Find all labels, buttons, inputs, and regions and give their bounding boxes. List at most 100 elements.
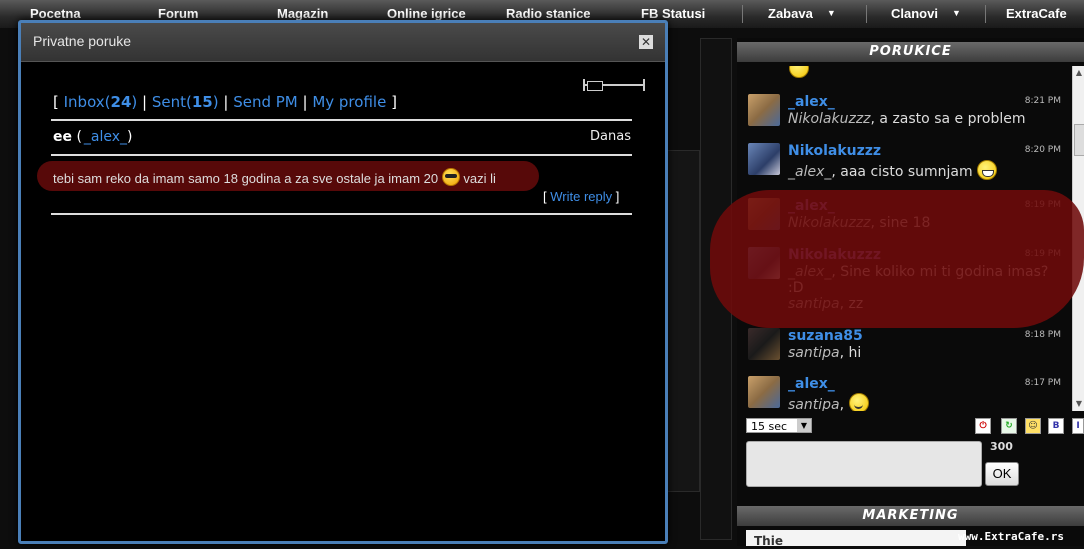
chat-recipient[interactable]: santipa <box>788 296 840 312</box>
chat-scrollbar[interactable]: ▲ ▼ <box>1072 66 1084 411</box>
cool-smiley-icon <box>441 168 460 186</box>
chat-time: 8:17 PM <box>1024 378 1061 388</box>
background-panel <box>700 38 732 540</box>
inbox-link[interactable]: Inbox(24) <box>64 93 138 111</box>
chat-username[interactable]: _alex_ <box>788 376 835 392</box>
message-header: ee (_alex_) Danas <box>53 129 631 145</box>
smiley-icon <box>789 66 809 78</box>
nav-pocetna[interactable]: Pocetna <box>30 6 81 21</box>
power-icon[interactable]: ⏻ <box>975 418 991 434</box>
chat-messages: _alex_ 8:21 PM Nikolakuzzz, a zasto sa e… <box>745 66 1075 411</box>
chat-recipient[interactable]: santipa <box>788 345 840 361</box>
chat-recipient[interactable]: _alex_ <box>788 264 831 280</box>
smile-smiley-icon <box>848 393 869 411</box>
nav-radio-stanice[interactable]: Radio stanice <box>506 6 591 21</box>
avatar[interactable] <box>748 198 780 230</box>
chat-text-body: , a zasto sa e problem <box>870 111 1026 127</box>
slider-handle[interactable] <box>587 81 603 91</box>
chat-time: 8:19 PM <box>1024 249 1061 259</box>
chevron-down-icon[interactable]: ▼ <box>797 419 811 432</box>
chat-username[interactable]: Nikolakuzzz <box>788 247 881 263</box>
chat-recipient[interactable]: Nikolakuzzz <box>788 215 871 231</box>
chat-time: 8:20 PM <box>1024 145 1061 155</box>
close-icon[interactable]: ✕ <box>639 35 653 49</box>
chat-text: santipa, hi <box>788 345 1058 361</box>
avatar[interactable] <box>748 94 780 126</box>
refresh-interval-value: 15 sec <box>751 420 788 433</box>
watermark: www.ExtraCafe.rs <box>958 530 1064 543</box>
chat-recipient[interactable]: _alex_ <box>788 164 831 180</box>
sender-link[interactable]: _alex_ <box>84 129 127 145</box>
nav-extracafe[interactable]: ExtraCafe <box>1006 6 1067 21</box>
message-sender[interactable]: (_alex_) <box>76 129 132 145</box>
refresh-icon[interactable]: ↻ <box>1001 418 1017 434</box>
nav-zabava[interactable]: Zabava ▼ <box>768 6 836 21</box>
refresh-interval-select[interactable]: 15 sec ▼ <box>746 418 812 433</box>
divider <box>51 119 632 121</box>
nav-divider <box>866 5 867 23</box>
chevron-down-icon: ▼ <box>826 8 836 18</box>
message-text: tebi sam reko da imam samo 18 godina a z… <box>53 171 439 186</box>
marketing-title: MARKETING <box>737 506 1084 526</box>
chat-username[interactable]: _alex_ <box>788 198 835 214</box>
chat-title: PORUKICE <box>737 42 1084 62</box>
dialog-title: Privatne poruke <box>33 33 132 49</box>
chat-text-body: , aaa cisto sumnjam <box>831 164 973 180</box>
avatar[interactable] <box>748 328 780 360</box>
nav-online-igrice[interactable]: Online igrice <box>387 6 466 21</box>
chat-recipient[interactable]: santipa <box>788 397 840 411</box>
private-messages-dialog: Privatne poruke ✕ [ Inbox(24) | Sent(15)… <box>18 20 668 544</box>
chat-text: santipa, <box>788 393 1058 411</box>
inbox-label: Inbox <box>63 93 105 111</box>
my-profile-link[interactable]: My profile <box>312 93 386 111</box>
nav-fb-statusi[interactable]: FB Statusi <box>641 6 705 21</box>
sent-link[interactable]: Sent(15) <box>152 93 219 111</box>
nav-clanovi-label: Clanovi <box>891 6 938 21</box>
scroll-down-icon[interactable]: ▼ <box>1074 399 1084 409</box>
chat-text: Nikolakuzzz, sine 18 <box>788 215 1058 231</box>
reply-area: [ Write reply ] <box>543 189 620 204</box>
send-button[interactable]: OK <box>985 462 1019 486</box>
chat-time: 8:19 PM <box>1024 200 1061 210</box>
nav-forum[interactable]: Forum <box>158 6 198 21</box>
scrollbar-thumb[interactable] <box>1074 124 1084 156</box>
emoticons-icon[interactable]: ☺ <box>1025 418 1041 434</box>
chevron-down-icon: ▼ <box>951 8 961 18</box>
size-slider[interactable] <box>583 79 645 91</box>
dialog-titlebar[interactable]: Privatne poruke ✕ <box>21 23 665 62</box>
chat-time: 8:18 PM <box>1024 330 1061 340</box>
divider <box>51 213 632 215</box>
divider <box>51 154 632 156</box>
message-text-end: vazi li <box>463 171 496 186</box>
nav-divider <box>742 5 743 23</box>
chat-username[interactable]: suzana85 <box>788 328 863 344</box>
chat-text-body: , hi <box>839 345 862 361</box>
chat-text-body: , zz <box>839 296 864 312</box>
avatar[interactable] <box>748 143 780 175</box>
italic-icon[interactable]: I <box>1072 418 1084 434</box>
chat-controls: 15 sec ▼ ⏻ ↻ ☺ B I <box>746 418 1084 438</box>
ad-banner[interactable]: Thie <box>746 530 966 548</box>
chat-text-body: , <box>839 397 845 411</box>
inbox-count: 24 <box>110 93 132 111</box>
chat-text-body: , sine 18 <box>870 215 931 231</box>
nav-divider <box>985 5 986 23</box>
chat-time: 8:21 PM <box>1024 96 1061 106</box>
avatar[interactable] <box>748 247 780 279</box>
write-reply-link[interactable]: Write reply <box>550 189 612 204</box>
pm-navigation: [ Inbox(24) | Sent(15) | Send PM | My pr… <box>53 93 397 111</box>
chat-message-input[interactable] <box>746 441 982 487</box>
chat-username[interactable]: Nikolakuzzz <box>788 143 881 159</box>
grin-smiley-icon <box>977 160 998 180</box>
message-subject: ee <box>53 129 72 145</box>
nav-clanovi[interactable]: Clanovi ▼ <box>891 6 961 21</box>
scroll-up-icon[interactable]: ▲ <box>1074 68 1084 78</box>
chat-username[interactable]: _alex_ <box>788 94 835 110</box>
chat-recipient[interactable]: Nikolakuzzz <box>788 111 871 127</box>
nav-magazin[interactable]: Magazin <box>277 6 328 21</box>
send-pm-link[interactable]: Send PM <box>233 93 298 111</box>
avatar[interactable] <box>748 376 780 408</box>
bold-icon[interactable]: B <box>1048 418 1064 434</box>
message-date: Danas <box>590 129 631 144</box>
chat-text: _alex_, Sine koliko mi ti godina imas? :… <box>788 264 1058 312</box>
